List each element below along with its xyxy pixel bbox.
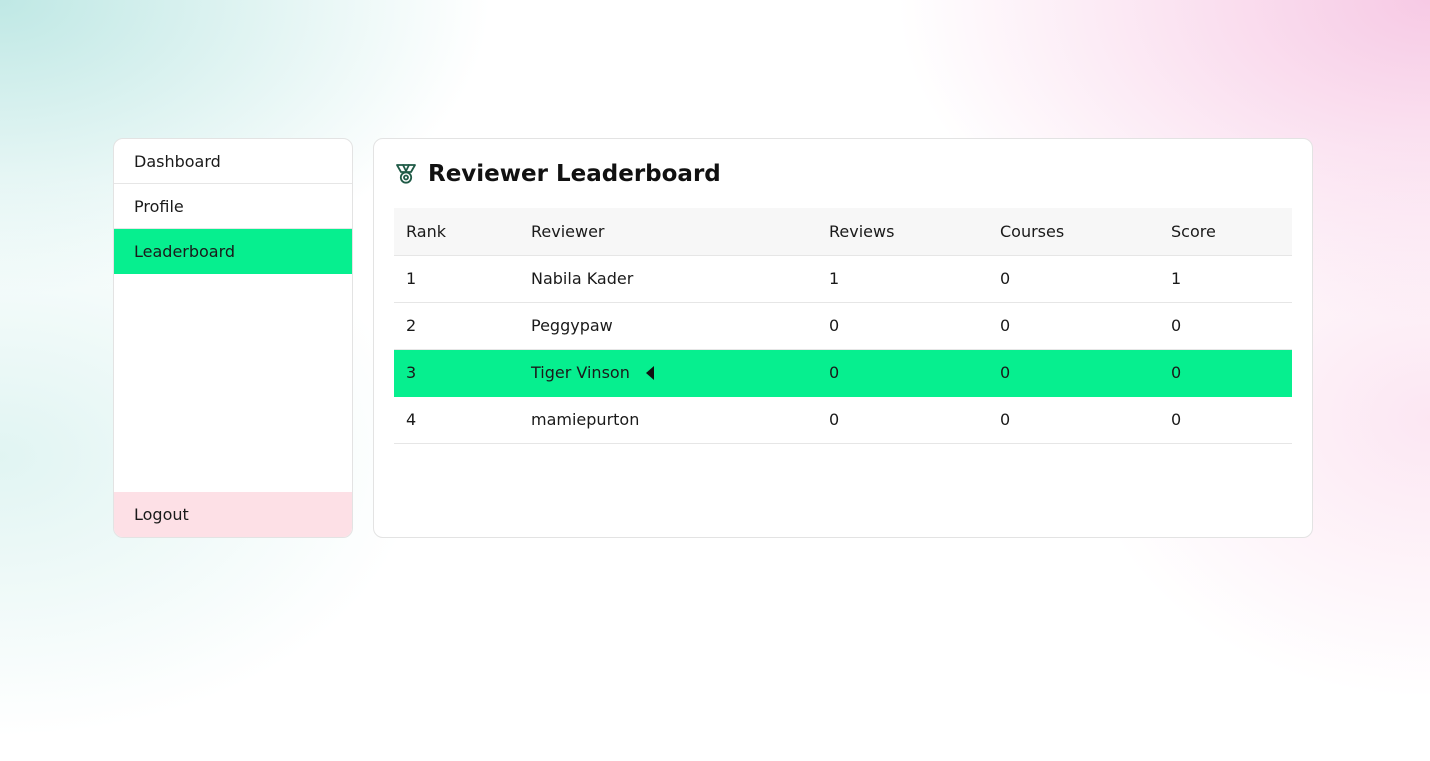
cell-reviewer: mamiepurton: [519, 396, 817, 444]
cell-reviews: 0: [817, 349, 988, 397]
column-header-rank[interactable]: Rank: [394, 208, 519, 256]
cell-reviewer: Peggypaw: [519, 302, 817, 350]
cell-score: 1: [1159, 255, 1292, 303]
medal-icon: [394, 162, 418, 186]
table-row: 1 Nabila Kader 1 0 1: [394, 255, 1292, 303]
cell-courses: 0: [988, 349, 1159, 397]
leaderboard-panel: Reviewer Leaderboard Rank Reviewer Revie…: [373, 138, 1313, 538]
cell-rank: 3: [394, 349, 519, 397]
table-row-current-user: 3 Tiger Vinson 0 0 0: [394, 349, 1292, 397]
cell-reviewer-current: Tiger Vinson: [519, 349, 817, 397]
column-header-score[interactable]: Score: [1159, 208, 1292, 256]
logout-label: Logout: [134, 505, 189, 524]
sidebar-item-dashboard[interactable]: Dashboard: [114, 139, 352, 184]
page-title: Reviewer Leaderboard: [428, 161, 721, 187]
table-header-row: Rank Reviewer Reviews Courses Score: [394, 208, 1292, 256]
table-row: 4 mamiepurton 0 0 0: [394, 396, 1292, 444]
leaderboard-table: Rank Reviewer Reviews Courses Score 1 Na…: [394, 208, 1292, 444]
column-header-reviewer[interactable]: Reviewer: [519, 208, 817, 256]
cell-reviews: 0: [817, 396, 988, 444]
cell-score: 0: [1159, 396, 1292, 444]
cell-reviewer: Nabila Kader: [519, 255, 817, 303]
sidebar-item-leaderboard[interactable]: Leaderboard: [114, 229, 352, 274]
sidebar-item-label: Dashboard: [134, 151, 221, 171]
current-user-marker-icon: [645, 366, 654, 380]
cell-score: 0: [1159, 349, 1292, 397]
column-header-reviews[interactable]: Reviews: [817, 208, 988, 256]
cell-reviews: 0: [817, 302, 988, 350]
reviewer-name: Tiger Vinson: [531, 363, 630, 382]
cell-rank: 4: [394, 396, 519, 444]
cell-courses: 0: [988, 302, 1159, 350]
cell-courses: 0: [988, 255, 1159, 303]
sidebar-item-label: Profile: [134, 196, 184, 216]
column-header-courses[interactable]: Courses: [988, 208, 1159, 256]
cell-reviews: 1: [817, 255, 988, 303]
panel-header: Reviewer Leaderboard: [394, 159, 721, 189]
sidebar: Dashboard Profile Leaderboard Logout: [113, 138, 353, 538]
cell-courses: 0: [988, 396, 1159, 444]
cell-score: 0: [1159, 302, 1292, 350]
sidebar-item-profile[interactable]: Profile: [114, 184, 352, 229]
cell-rank: 1: [394, 255, 519, 303]
logout-button[interactable]: Logout: [114, 492, 352, 537]
table-row: 2 Peggypaw 0 0 0: [394, 302, 1292, 350]
sidebar-item-label: Leaderboard: [134, 241, 236, 261]
cell-rank: 2: [394, 302, 519, 350]
